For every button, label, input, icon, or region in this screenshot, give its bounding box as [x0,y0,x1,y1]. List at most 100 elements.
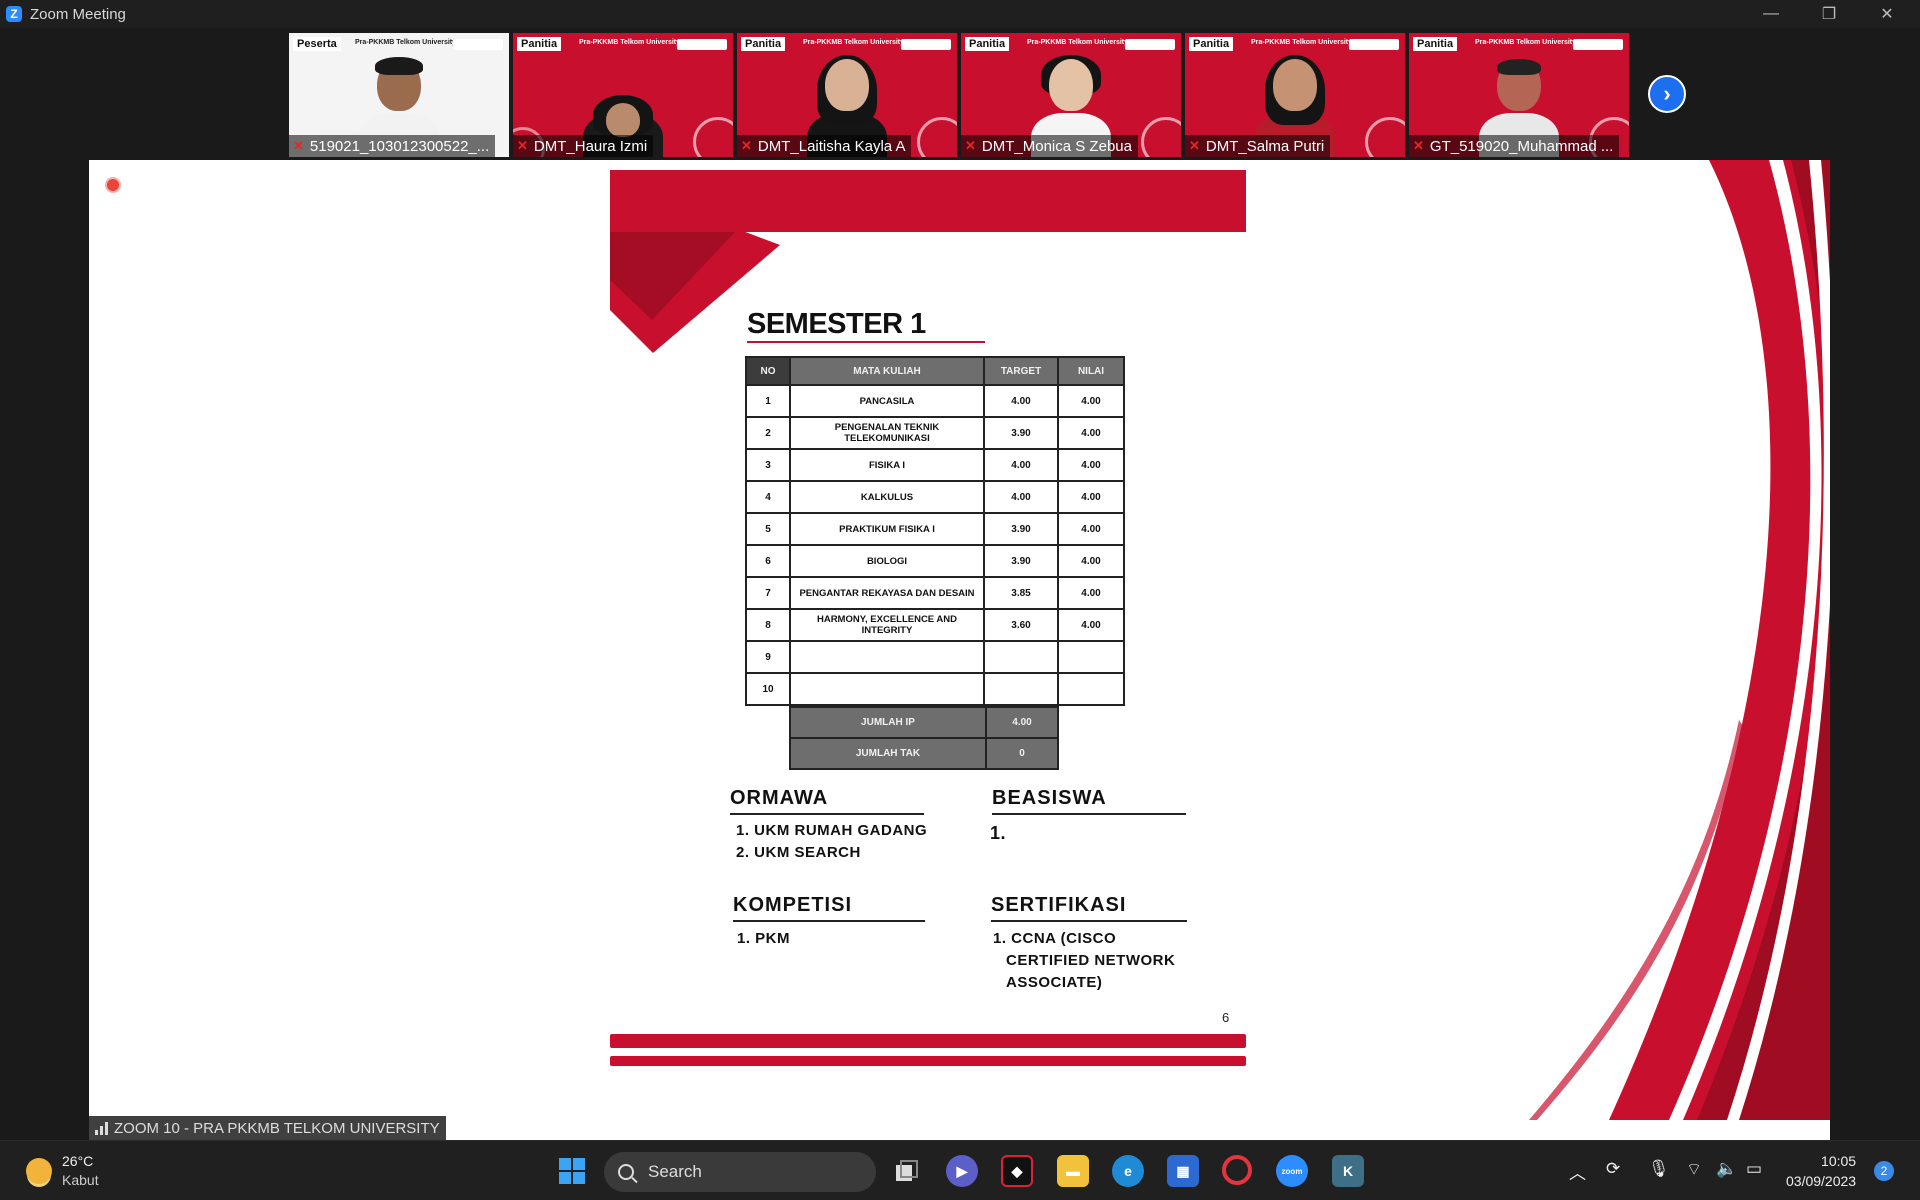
title-underline [747,341,985,343]
column-header: NILAI [1057,356,1125,386]
column-header: NO [745,356,791,386]
table-row: 3 FISIKA I 4.00 4.00 [745,448,1125,482]
course-name: HARMONY, EXCELLENCE AND INTEGRITY [789,608,985,642]
actual-score [1057,640,1125,674]
notification-badge[interactable]: 2 [1874,1161,1894,1181]
participant-tile[interactable]: Panitia Pra-PKKMB Telkom University 2023… [1409,33,1629,157]
row-number: 4 [745,480,791,514]
mic-muted-icon: ✕ [965,138,976,153]
microsoft-store-icon[interactable]: ▦ [1167,1155,1199,1187]
participant-tile[interactable]: Panitia Pra-PKKMB Telkom University 2023… [961,33,1181,157]
column-header: TARGET [983,356,1059,386]
participant-role: Panitia [517,37,562,51]
participant-tile[interactable]: Panitia Pra-PKKMB Telkom University 2023… [1185,33,1405,157]
table-row: 5 PRAKTIKUM FISIKA I 3.90 4.00 [745,512,1125,546]
decorative-swirl [917,117,957,157]
slide-curve-decoration [1529,160,1830,1120]
opera-browser-icon[interactable] [1222,1155,1252,1185]
clock-date: 03/09/2023 [1786,1173,1857,1189]
ormawa-heading: ORMAWA [730,787,829,809]
participant-name: DMT_Salma Putri [1205,137,1325,155]
app-shield-icon[interactable]: ◆ [1001,1155,1033,1187]
meeting-name-label: ZOOM 10 - PRA PKKMB TELKOM UNIVERSITY [89,1116,446,1140]
target-score: 3.85 [983,576,1059,610]
table-row: 8 HARMONY, EXCELLENCE AND INTEGRITY 3.60 4.… [745,608,1125,642]
target-score: 3.90 [983,416,1059,450]
participant-name: GT_519020_Muhammad ... [1429,137,1614,155]
actual-score: 4.00 [1057,576,1125,610]
section-underline [733,920,925,922]
row-number: 2 [745,416,791,450]
clock-time: 10:05 [1821,1153,1857,1169]
target-score: 3.90 [983,512,1059,546]
beasiswa-heading: BEASISWA [992,787,1107,809]
target-score: 4.00 [983,480,1059,514]
participant-name-bar: ✕ 519021_103012300522_... [289,135,496,157]
gallery-next-button[interactable]: › [1648,75,1686,113]
participant-name-bar: ✕ DMT_Haura Izmi [513,135,654,157]
taskbar-clock[interactable]: 10:05 03/09/2023 [1786,1151,1856,1191]
course-name: PANCASILA [789,384,985,418]
summary-row: JUMLAH TAK 0 [789,737,1059,770]
mic-muted-icon: ✕ [517,138,528,153]
participant-name: DMT_Haura Izmi [533,137,648,155]
table-header-row: NO MATA KULIAH TARGET NILAI [745,356,1125,386]
teams-chat-icon[interactable]: ▶ [946,1155,978,1187]
participant-tile[interactable]: Panitia Pra-PKKMB Telkom University 2023… [737,33,957,157]
slide-footer-bar [610,1056,1246,1066]
table-row: 2 PENGENALAN TEKNIK TELEKOMUNIKASI 3.90 4.0… [745,416,1125,450]
actual-score: 4.00 [1057,512,1125,546]
sync-icon[interactable]: ⟳ [1606,1159,1620,1179]
edge-browser-icon[interactable]: e [1112,1155,1144,1187]
decorative-swirl [1141,117,1181,157]
summary-label: JUMLAH TAK [789,737,987,770]
close-button[interactable]: ✕ [1858,0,1916,28]
k-app-icon[interactable]: K [1332,1155,1364,1187]
section-underline [991,920,1187,922]
sponsor-logos [1573,39,1623,50]
table-row: 4 KALKULUS 4.00 4.00 [745,480,1125,514]
participant-name: DMT_Laitisha Kayla A [757,137,906,155]
sertifikasi-heading: SERTIFIKASI [991,894,1127,916]
participant-name: DMT_Monica S Zebua [981,137,1132,155]
table-row: 9 [745,640,1125,674]
sponsor-logos [677,39,727,50]
windows-start-icon[interactable] [556,1155,588,1187]
slide-footer-bar [610,1034,1246,1048]
chevron-right-icon: › [1663,81,1671,106]
weather-widget[interactable]: 26°C Kabut [26,1152,99,1190]
summary-table: JUMLAH IP 4.00 JUMLAH TAK 0 [789,706,1059,770]
row-number: 10 [745,672,791,706]
taskbar-search-box[interactable]: Search [604,1152,876,1192]
actual-score: 4.00 [1057,384,1125,418]
grades-table: NO MATA KULIAH TARGET NILAI 1 PANCASILA 4.… [745,356,1125,706]
ormawa-item: 1. UKM RUMAH GADANG [736,822,928,839]
sponsor-logos [453,39,503,50]
tray-overflow-chevron-icon[interactable]: ︿ [1569,1159,1586,1184]
wifi-icon[interactable]: ⌔ [1686,1159,1702,1180]
volume-icon[interactable]: 🔈 [1716,1159,1737,1179]
restore-button[interactable]: ❐ [1800,0,1858,28]
zoom-logo-icon: Z [6,6,22,22]
file-explorer-icon[interactable]: ▬ [1057,1155,1089,1187]
participant-tile[interactable]: Peserta Pra-PKKMB Telkom University 2023… [289,33,509,157]
section-underline [730,813,924,815]
minimize-button[interactable]: — [1742,0,1800,28]
task-view-icon[interactable] [890,1155,922,1187]
zoom-app-icon[interactable]: zoom [1276,1155,1308,1187]
mic-muted-icon: ✕ [1413,138,1424,153]
row-number: 9 [745,640,791,674]
target-score [983,640,1059,674]
course-name: PRAKTIKUM FISIKA I [789,512,985,546]
actual-score [1057,672,1125,706]
battery-icon[interactable]: ▭ [1746,1159,1762,1179]
sertifikasi-item: ASSOCIATE) [1006,974,1103,991]
table-row: 1 PANCASILA 4.00 4.00 [745,384,1125,418]
participant-name-bar: ✕ DMT_Monica S Zebua [961,135,1138,157]
ormawa-item: 2. UKM SEARCH [736,844,861,861]
window-titlebar: Z Zoom Meeting — ❐ ✕ [0,0,1920,28]
participant-tile[interactable]: Panitia Pra-PKKMB Telkom University 2023… [513,33,733,157]
participant-name-bar: ✕ DMT_Laitisha Kayla A [737,135,912,157]
window-title: Zoom Meeting [30,5,126,23]
microphone-icon[interactable]: 🎙 [1648,1159,1670,1179]
